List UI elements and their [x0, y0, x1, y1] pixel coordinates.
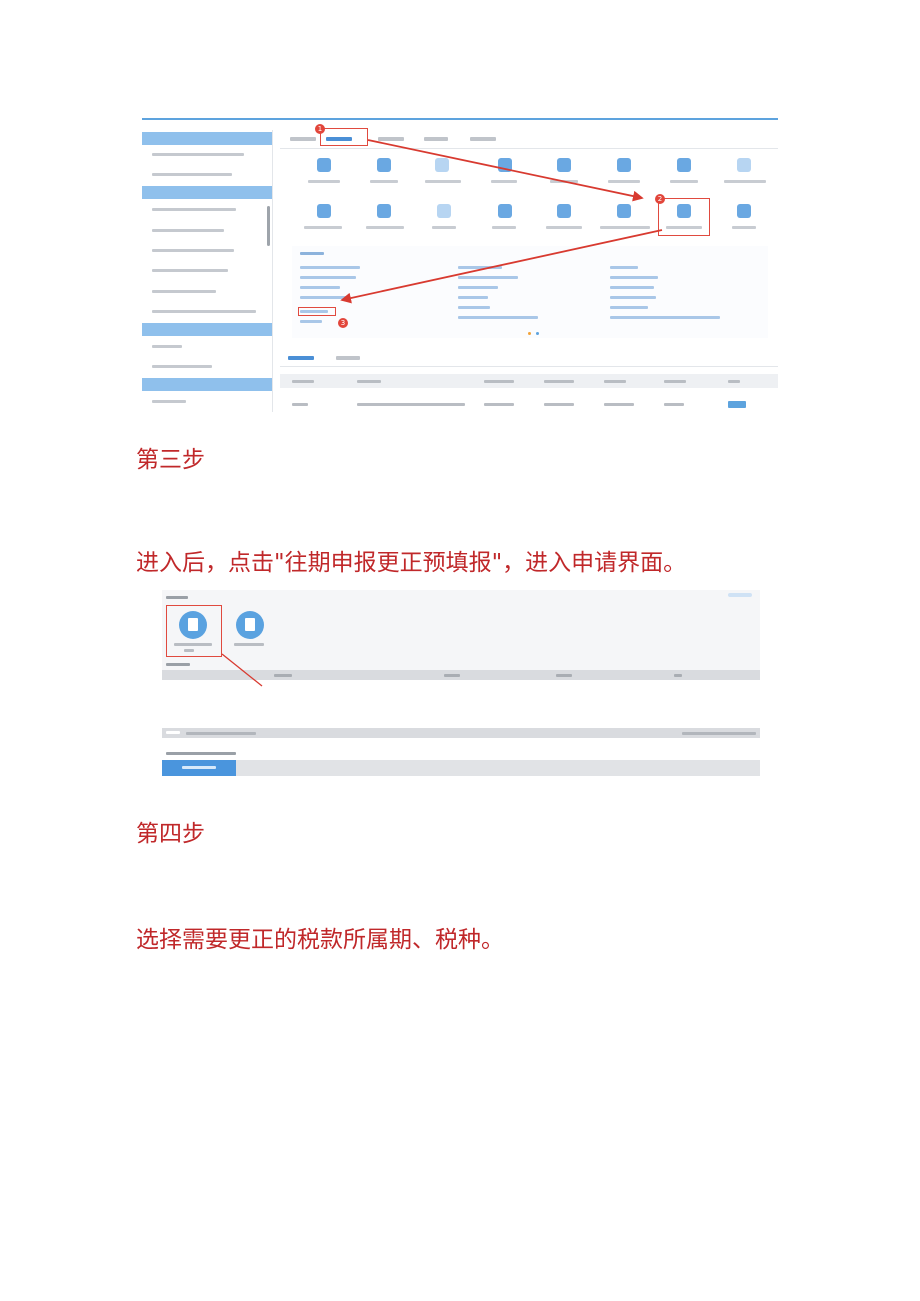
- screenshot-etax-portal: 1 2 3: [142, 118, 778, 412]
- step3-heading: 第三步: [136, 447, 205, 473]
- step4-description: 选择需要更正的税款所属期、税种。: [136, 927, 504, 953]
- annotation-arrow: [221, 653, 263, 687]
- annotation-arrows: [340, 139, 663, 304]
- screenshot-correction-page: [162, 590, 760, 776]
- step3-description: 进入后，点击"往期申报更正预填报"，进入申请界面。: [136, 550, 687, 576]
- arrow-line: [221, 653, 263, 687]
- arrow-1: [367, 139, 644, 202]
- step4-heading: 第四步: [136, 821, 205, 847]
- arrow-2: [340, 229, 663, 304]
